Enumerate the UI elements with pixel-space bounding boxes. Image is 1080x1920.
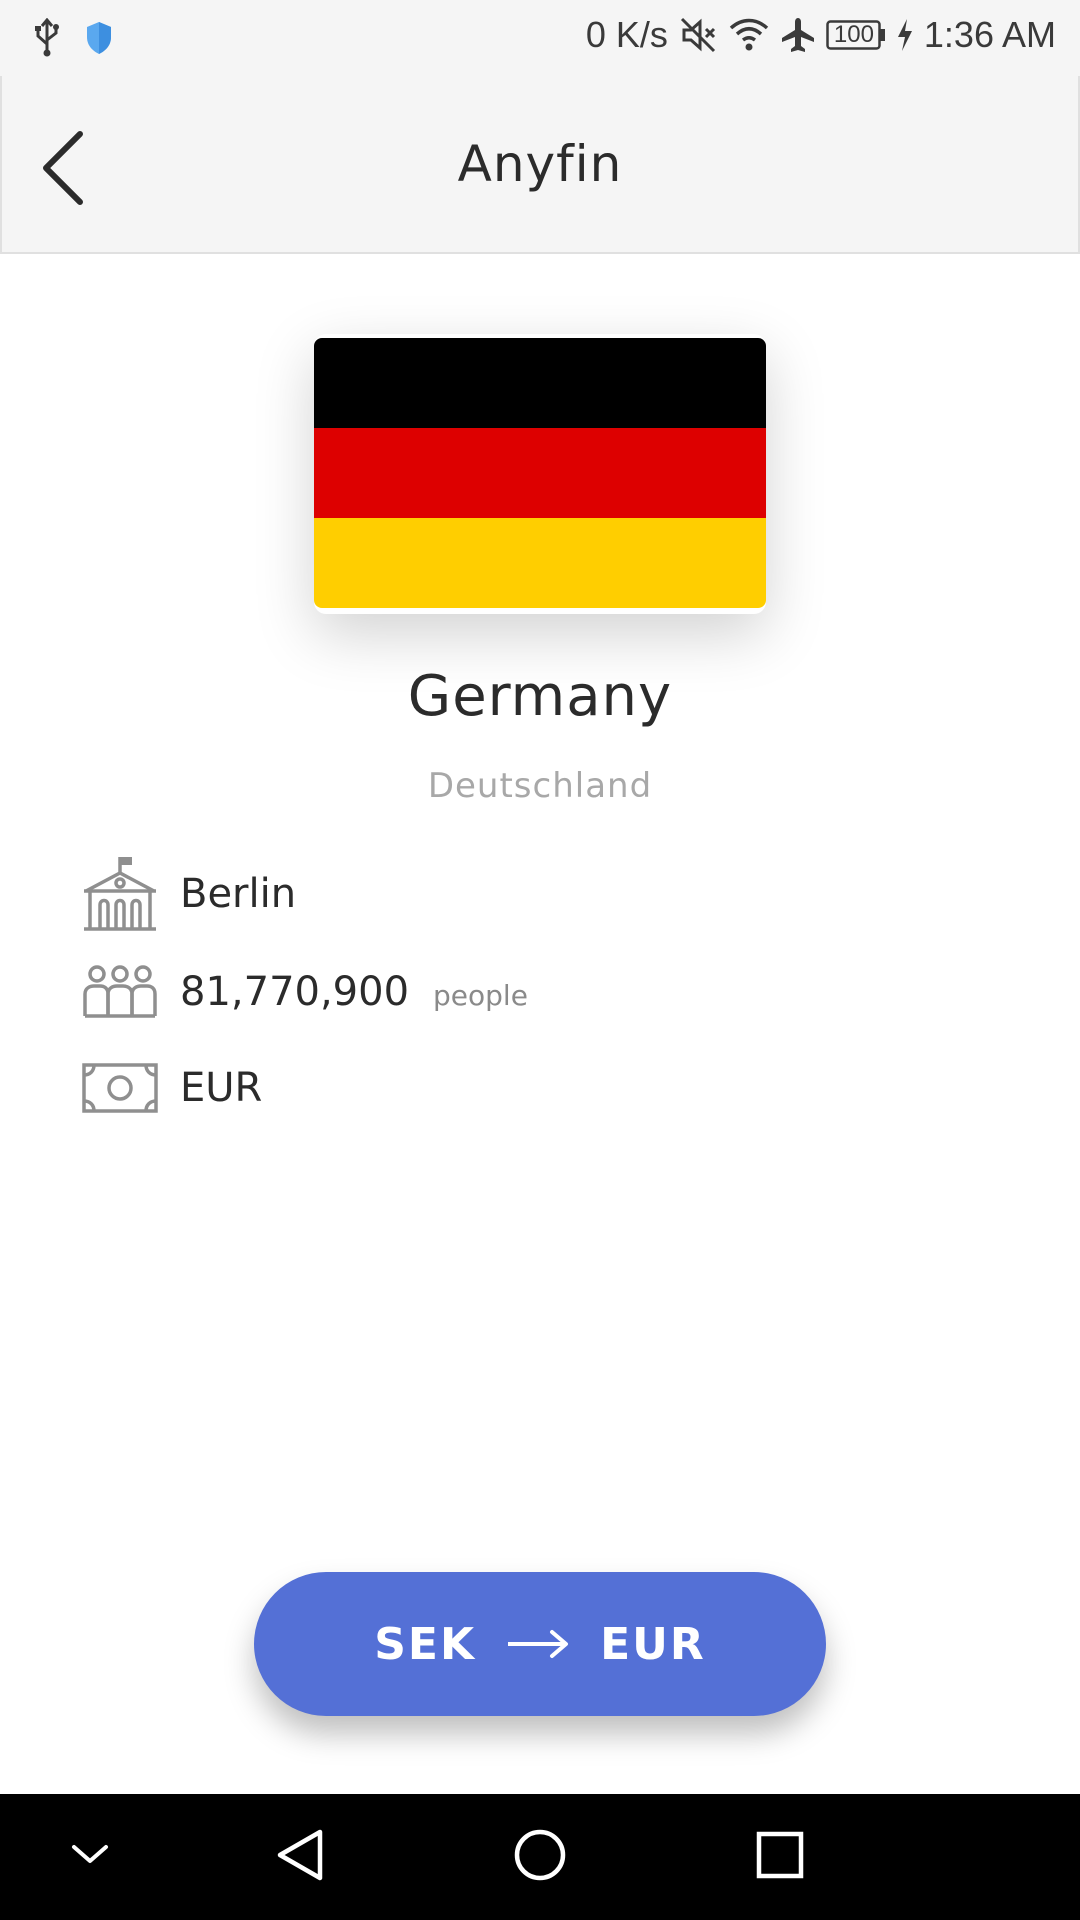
flag-card xyxy=(314,334,766,614)
clock: 1:36 AM xyxy=(923,14,1056,55)
arrow-right-icon xyxy=(506,1619,570,1670)
flag-stripe-black xyxy=(314,338,766,428)
flag-stripe-red xyxy=(314,428,766,518)
nav-home-button[interactable] xyxy=(480,1794,600,1920)
people-icon xyxy=(82,954,158,1030)
recents-square-icon xyxy=(756,1831,804,1883)
country-native-name: Deutschland xyxy=(427,766,653,806)
status-left xyxy=(30,18,114,58)
shield-icon xyxy=(84,20,114,56)
charging-icon xyxy=(896,18,914,52)
back-button[interactable] xyxy=(28,130,98,210)
banknote-icon xyxy=(82,1050,158,1126)
battery-icon: 100 xyxy=(826,20,886,50)
convert-currency-button[interactable]: SEK EUR xyxy=(254,1572,826,1716)
back-triangle-icon xyxy=(276,1828,324,1886)
currency-value: EUR xyxy=(180,1065,263,1111)
country-name: Germany xyxy=(407,664,673,729)
collapse-button[interactable] xyxy=(30,1794,150,1920)
page-title: Anyfin xyxy=(457,135,623,193)
currency-row: EUR xyxy=(82,1050,262,1126)
population-value: 81,770,900 xyxy=(180,969,410,1015)
capital-row: Berlin xyxy=(82,856,296,932)
country-flag xyxy=(314,338,766,608)
nav-recents-button[interactable] xyxy=(720,1794,840,1920)
system-nav-bar xyxy=(0,1794,1080,1920)
app-bar: Anyfin xyxy=(0,76,1080,254)
to-currency: EUR xyxy=(600,1618,706,1670)
from-currency: SEK xyxy=(374,1618,477,1670)
usb-icon xyxy=(30,18,64,58)
flag-stripe-gold xyxy=(314,518,766,608)
population-row: 81,770,900 people xyxy=(82,954,528,1030)
collapse-icon xyxy=(70,1843,110,1871)
status-right: 0 K/s 100 1:36 AM xyxy=(586,14,1056,56)
wifi-icon xyxy=(728,16,770,54)
mute-icon xyxy=(678,15,718,55)
nav-back-button[interactable] xyxy=(240,1794,360,1920)
airplane-icon xyxy=(780,16,816,54)
capital-value: Berlin xyxy=(180,871,297,917)
status-bar: 0 K/s 100 1:36 AM xyxy=(0,0,1080,76)
home-circle-icon xyxy=(513,1828,567,1886)
battery-level: 100 xyxy=(833,21,874,48)
net-speed: 0 K/s xyxy=(585,14,668,55)
population-unit: people xyxy=(433,978,528,1012)
capital-building-icon xyxy=(82,856,158,932)
chevron-left-icon xyxy=(40,130,86,210)
